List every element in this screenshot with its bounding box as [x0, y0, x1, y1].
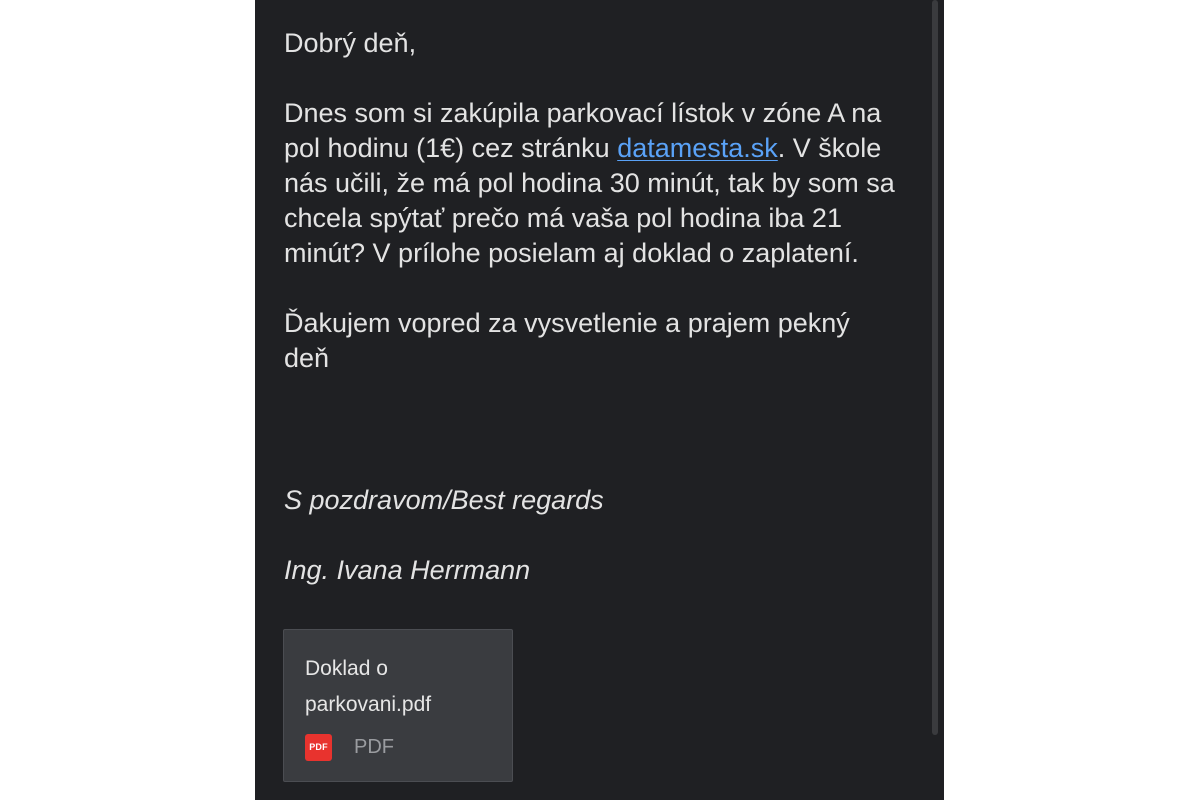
signature-name: Ing. Ivana Herrmann	[284, 555, 531, 585]
email-paragraph-1: Dnes som si zakúpila parkovací lístok v …	[284, 96, 899, 271]
email-viewer: Dobrý deň, Dnes som si zakúpila parkovac…	[255, 0, 944, 800]
email-body: Dobrý deň, Dnes som si zakúpila parkovac…	[284, 26, 899, 376]
scrollbar[interactable]	[932, 0, 938, 735]
attachment-file-type: PDF	[354, 736, 394, 758]
datamesta-link[interactable]: datamesta.sk	[617, 133, 778, 163]
email-greeting: Dobrý deň,	[284, 28, 417, 58]
email-closing: S pozdravom/Best regards	[284, 485, 604, 515]
pdf-file-icon: PDF	[305, 734, 332, 761]
attachment-card[interactable]: Doklad o parkovani.pdf PDF PDF	[283, 629, 513, 782]
attachment-file-name: Doklad o parkovani.pdf	[305, 657, 432, 716]
email-paragraph-2: Ďakujem vopred za vysvetlenie a prajem p…	[284, 308, 850, 373]
